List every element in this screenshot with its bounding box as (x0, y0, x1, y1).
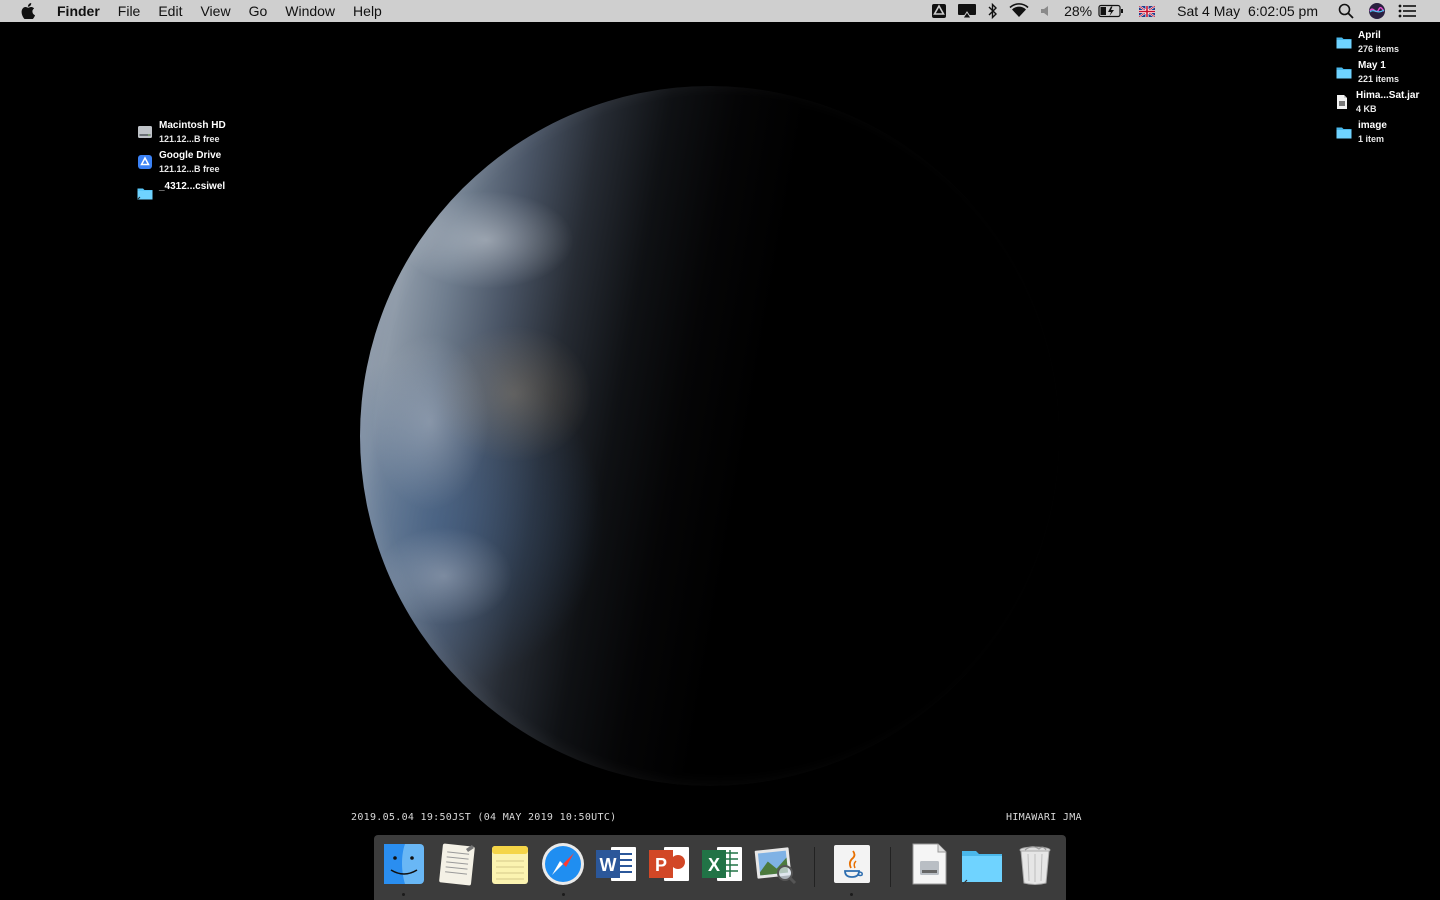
dock-safari[interactable] (540, 841, 586, 889)
desktop-item-image[interactable]: image 1 item (1336, 119, 1387, 147)
safari-icon (542, 843, 584, 885)
wallpaper-caption-timestamp: 2019.05.04 19:50JST (04 MAY 2019 10:50UT… (351, 812, 617, 823)
earth-wallpaper (360, 86, 1060, 786)
word-icon: W (596, 847, 636, 881)
finder-icon (384, 844, 424, 884)
battery-percent[interactable]: 28% (1058, 0, 1098, 22)
google-drive-volume-icon (137, 154, 153, 170)
preview-icon (754, 847, 797, 885)
wifi-icon[interactable] (1004, 0, 1034, 22)
desktop-item-subtitle: 121.12...B free (159, 164, 220, 174)
battery-icon[interactable] (1098, 0, 1129, 22)
desktop-item-name: May 1 (1358, 60, 1386, 71)
dock-textedit[interactable] (434, 841, 480, 889)
bluetooth-icon[interactable] (982, 0, 1004, 22)
volume-icon[interactable] (1034, 0, 1058, 22)
desktop-item-may-1[interactable]: May 1 221 items (1336, 59, 1399, 87)
svg-text:P: P (655, 855, 667, 875)
desktop-item-subtitle: 121.12...B free (159, 134, 220, 144)
folder-icon (1336, 64, 1352, 80)
trash-icon (1019, 846, 1051, 885)
dock-powerpoint[interactable]: P (646, 841, 692, 889)
hard-drive-icon (137, 124, 153, 140)
running-indicator (562, 893, 565, 896)
folder-icon (1336, 124, 1352, 140)
menu-window[interactable]: Window (276, 0, 344, 22)
running-indicator (402, 893, 405, 896)
dock-trash[interactable] (1012, 841, 1058, 889)
desktop-item-name: image (1358, 120, 1387, 131)
dock-notes[interactable] (487, 841, 533, 889)
airplay-icon[interactable] (952, 0, 982, 22)
menu-edit[interactable]: Edit (149, 0, 191, 22)
dock-excel[interactable]: X (699, 841, 745, 889)
svg-text:X: X (708, 855, 720, 875)
jar-file-icon (1334, 94, 1350, 110)
textedit-icon (439, 843, 475, 886)
desktop-item-april[interactable]: April 276 items (1336, 29, 1399, 57)
apple-menu-icon[interactable] (18, 0, 38, 22)
dock-separator (890, 847, 891, 887)
desktop-item-google-drive[interactable]: Google Drive 121.12...B free (137, 149, 221, 177)
desktop-item-hima-sat-jar[interactable]: Hima...Sat.jar 4 KB (1334, 89, 1419, 117)
menu-help[interactable]: Help (344, 0, 391, 22)
powerpoint-icon: P (649, 847, 689, 881)
spotlight-icon[interactable] (1330, 0, 1362, 22)
dock: W P X (374, 835, 1066, 900)
folder-alias-icon (137, 185, 153, 201)
desktop-item-subtitle: 4 KB (1356, 104, 1377, 114)
dock-downloads-folder[interactable] (959, 841, 1005, 889)
desktop-item-name: April (1358, 30, 1381, 41)
excel-icon: X (702, 847, 742, 881)
dock-separator (814, 847, 815, 887)
notes-icon (492, 846, 528, 884)
disk-image-icon (912, 843, 947, 885)
menu-file[interactable]: File (109, 0, 150, 22)
folder-stack-icon (962, 851, 1002, 885)
clock[interactable]: Sat 4 May 6:02:05 pm (1165, 0, 1330, 22)
desktop-item-name: _4312...csiwel (159, 181, 226, 192)
desktop-item-name: Hima...Sat.jar (1356, 90, 1420, 101)
dock-word[interactable]: W (593, 841, 639, 889)
app-menu-finder[interactable]: Finder (48, 0, 109, 22)
dock-disk-image[interactable] (906, 841, 952, 889)
menu-bar: Finder File Edit View Go Window Help 28%… (0, 0, 1440, 22)
desktop-item-alias-folder[interactable]: _4312...csiwel (137, 180, 225, 201)
dock-java[interactable] (829, 841, 875, 889)
menu-view[interactable]: View (191, 0, 239, 22)
dock-preview[interactable] (752, 841, 798, 889)
desktop-item-subtitle: 221 items (1358, 74, 1400, 84)
desktop-item-macintosh-hd[interactable]: Macintosh HD 121.12...B free (137, 119, 226, 147)
google-drive-icon[interactable] (926, 0, 952, 22)
desktop-item-name: Google Drive (159, 150, 222, 161)
menu-go[interactable]: Go (240, 0, 277, 22)
uk-flag-icon[interactable] (1129, 0, 1165, 22)
desktop-item-name: Macintosh HD (159, 120, 226, 131)
desktop-item-subtitle: 276 items (1358, 44, 1400, 54)
notification-center-icon[interactable] (1392, 0, 1422, 22)
svg-text:W: W (600, 855, 617, 875)
java-icon (834, 845, 870, 883)
siri-icon[interactable] (1362, 0, 1392, 22)
folder-icon (1336, 34, 1352, 50)
wallpaper-caption-source: HIMAWARI JMA (1006, 812, 1082, 823)
dock-finder[interactable] (381, 841, 427, 889)
desktop-item-subtitle: 1 item (1358, 134, 1385, 144)
running-indicator (850, 893, 853, 896)
